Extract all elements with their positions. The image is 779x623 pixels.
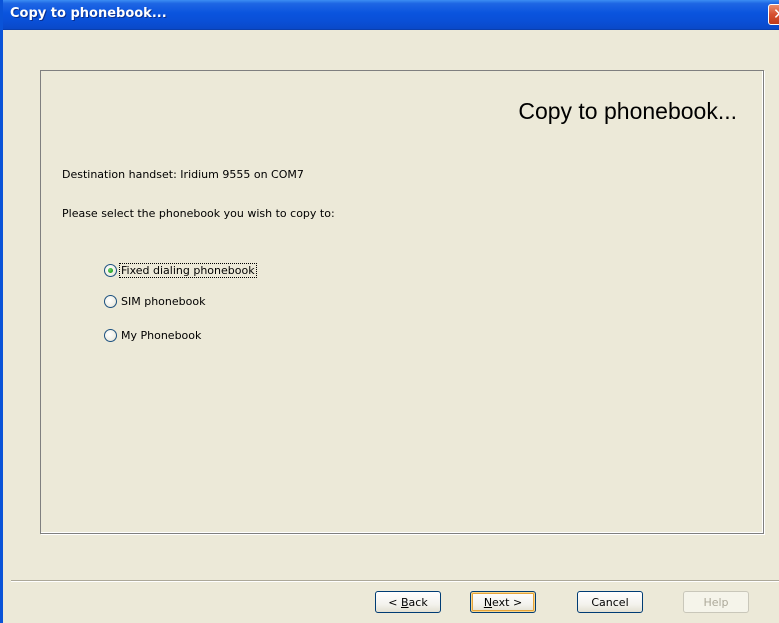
next-button-mnemonic: N: [483, 595, 493, 609]
next-button[interactable]: Next >: [470, 591, 536, 613]
wizard-page-panel: Copy to phonebook... Destination handset…: [40, 70, 764, 534]
close-button[interactable]: ✕: [768, 4, 779, 25]
next-button-label-rest: ext >: [492, 595, 523, 609]
button-separator: [11, 580, 779, 582]
back-button[interactable]: < Back: [375, 591, 441, 613]
radio-label-fixed-dialing[interactable]: Fixed dialing phonebook: [119, 262, 257, 278]
instruction-text: Please select the phonebook you wish to …: [62, 207, 335, 220]
cancel-button[interactable]: Cancel: [577, 591, 643, 613]
radio-unchecked-icon[interactable]: [104, 328, 117, 342]
destination-handset-text: Destination handset: Iridium 9555 on COM…: [62, 168, 304, 181]
page-heading: Copy to phonebook...: [518, 98, 737, 124]
back-button-label-rest: ack: [408, 595, 428, 609]
radio-label-my-phonebook[interactable]: My Phonebook: [120, 329, 202, 342]
radio-option-fixed-dialing[interactable]: Fixed dialing phonebook: [104, 262, 257, 278]
close-icon: ✕: [773, 5, 779, 24]
window-title: Copy to phonebook...: [10, 6, 167, 21]
back-button-prefix: <: [388, 595, 401, 609]
radio-checked-icon[interactable]: [104, 263, 117, 277]
title-bar[interactable]: Copy to phonebook... ✕: [3, 0, 779, 30]
wizard-dialog: Copy to phonebook... ✕ Copy to phonebook…: [0, 0, 779, 623]
radio-label-sim[interactable]: SIM phonebook: [120, 295, 206, 308]
radio-option-sim[interactable]: SIM phonebook: [104, 293, 206, 309]
radio-option-my-phonebook[interactable]: My Phonebook: [104, 327, 202, 343]
radio-unchecked-icon[interactable]: [104, 294, 117, 308]
back-button-mnemonic: B: [401, 595, 409, 609]
help-button[interactable]: Help: [683, 591, 749, 613]
